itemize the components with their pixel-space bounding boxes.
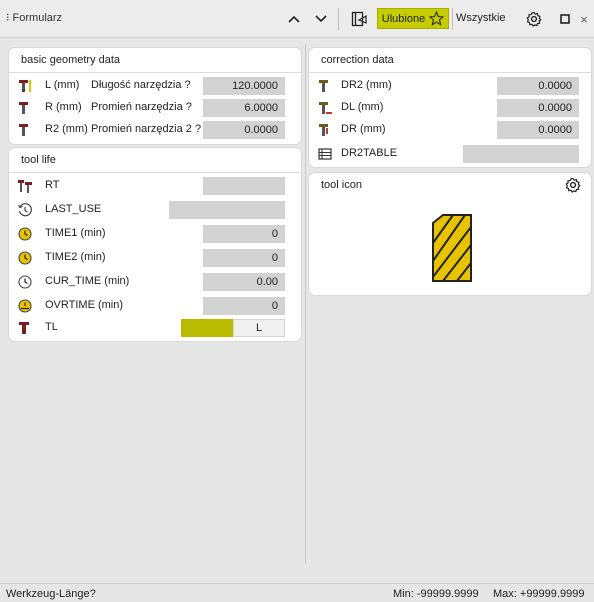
tl-toggle-active[interactable] [181,319,233,337]
clock-yellow-icon [17,226,33,242]
tool-length-input[interactable]: 120.0000 [203,77,285,95]
toollife-row: RT [9,175,301,197]
geometry-row: R (mm) Promień narzędzia ? 6.0000 [9,97,301,119]
toollife-row: OVRTIME (min) 0 [9,295,301,317]
tool-radius-input[interactable]: 6.0000 [203,99,285,117]
field-label: CUR_TIME (min) [45,275,130,287]
field-label: DR2 (mm) [341,79,392,91]
field-code: R (mm) [45,101,82,113]
chevron-down-icon[interactable] [313,9,329,29]
toolicon-header: tool icon [321,179,362,191]
field-label: DR (mm) [341,123,386,135]
field-label: DR2TABLE [341,147,398,159]
replacement-tool-icon [17,178,33,194]
separator [452,8,453,30]
field-description: Promień narzędzia ? [91,101,192,113]
delta-length-icon [317,100,333,116]
toollife-row: LAST_USE [9,199,301,221]
correction-row: DR (mm) 0.0000 [309,119,591,141]
status-max: Max: +99999.9999 [493,588,585,600]
delta-r2-icon [317,78,333,94]
toollife-panel: tool life RT LAST_USE TIME1 (min) 0 TIME… [9,148,301,341]
status-prompt: Werkzeug-Länge? [6,588,96,600]
geometry-row: L (mm) Długość narzędzia ? 120.0000 [9,75,301,97]
close-icon[interactable]: × [579,9,589,29]
toolicon-panel: tool icon [309,173,591,295]
status-min: Min: -99999.9999 [393,588,479,600]
history-icon [17,202,33,218]
field-label: LAST_USE [45,203,102,215]
clock-yellow-icon [17,250,33,266]
correction-row: DR2 (mm) 0.0000 [309,75,591,97]
table-icon [317,146,333,162]
ovrtime-input[interactable]: 0 [203,297,285,315]
field-code: R2 (mm) [45,123,88,135]
column-divider [305,44,306,564]
field-description: Długość narzędzia ? [91,79,191,91]
tl-toggle-l[interactable]: L [233,319,285,337]
correction-row: DR2TABLE [309,143,591,165]
status-bar: Werkzeug-Länge? Min: -99999.9999 Max: +9… [0,583,594,602]
end-mill-icon [429,213,475,286]
overtime-clock-icon [17,298,33,314]
title-bar: ⁝ Formularz Ulubione Wszystkie × [0,0,594,38]
dr2table-input[interactable] [463,145,579,163]
geometry-row: R2 (mm) Promień narzędzia 2 ? 0.0000 [9,119,301,141]
field-label: OVRTIME (min) [45,299,124,311]
rt-input[interactable] [203,177,285,195]
field-label: DL (mm) [341,101,384,113]
correction-header: correction data [309,48,591,73]
clock-icon [17,274,33,290]
delta-radius-icon [317,122,333,138]
window-title: ⁝ Formularz [6,12,63,24]
tool-radius-icon [17,100,33,116]
time2-input[interactable]: 0 [203,249,285,267]
toollife-row: CUR_TIME (min) 0.00 [9,271,301,293]
star-icon [429,11,445,26]
field-label: TIME1 (min) [45,227,106,239]
last-use-input[interactable] [169,201,285,219]
correction-row: DL (mm) 0.0000 [309,97,591,119]
field-label: TL [45,321,58,333]
tool-radius2-icon [17,122,33,138]
tool-length-icon [17,78,33,94]
field-code: L (mm) [45,79,80,91]
dl-input[interactable]: 0.0000 [497,99,579,117]
geometry-panel: basic geometry data L (mm) Długość narzę… [9,48,301,144]
field-label: RT [45,179,60,191]
toollife-row: TL L [9,317,301,339]
tool-locked-icon [17,320,33,336]
geometry-header: basic geometry data [9,48,301,73]
toollife-row: TIME1 (min) 0 [9,223,301,245]
tool-radius2-input[interactable]: 0.0000 [203,121,285,139]
toollife-row: TIME2 (min) 0 [9,247,301,269]
separator [338,8,339,30]
chevron-up-icon[interactable] [286,9,302,29]
time1-input[interactable]: 0 [203,225,285,243]
dr2-input[interactable]: 0.0000 [497,77,579,95]
form-edit-icon[interactable] [350,9,368,29]
dr-input[interactable]: 0.0000 [497,121,579,139]
gear-icon[interactable] [565,177,581,196]
correction-panel: correction data DR2 (mm) 0.0000 DL (mm) … [309,48,591,167]
favorites-button[interactable]: Ulubione [377,8,449,29]
gear-icon[interactable] [525,9,543,29]
toollife-header: tool life [9,148,301,173]
cur-time-input[interactable]: 0.00 [203,273,285,291]
favorites-label: Ulubione [381,12,426,25]
field-description: Promień narzędzia 2 ? [91,123,202,135]
field-label: TIME2 (min) [45,251,106,263]
maximize-icon[interactable] [559,9,571,29]
all-button[interactable]: Wszystkie [456,12,506,24]
